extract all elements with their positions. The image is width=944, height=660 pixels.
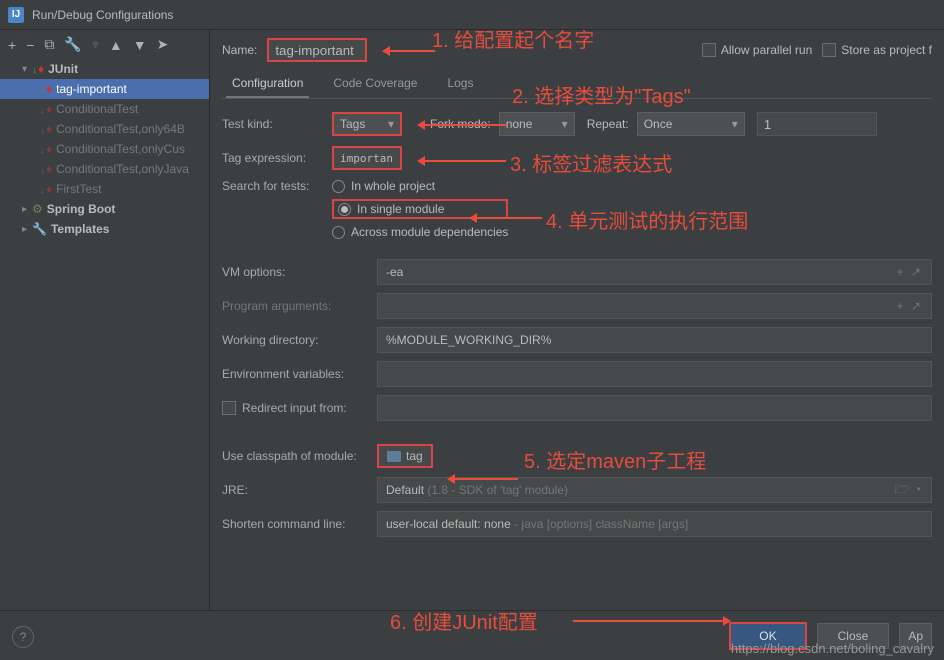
tree-item[interactable]: ♦ConditionalTest,onlyJava <box>0 159 209 179</box>
env-input[interactable] <box>377 361 932 387</box>
tree-templates[interactable]: ▸🔧Templates <box>0 219 209 239</box>
workdir-input[interactable]: %MODULE_WORKING_DIR% <box>377 327 932 353</box>
shorten-label: Shorten command line: <box>222 517 377 531</box>
env-label: Environment variables: <box>222 367 377 381</box>
prog-args-label: Program arguments: <box>222 299 377 313</box>
app-icon: IJ <box>8 7 24 23</box>
fork-mode-label: Fork mode: <box>430 117 491 131</box>
tab-coverage[interactable]: Code Coverage <box>327 70 423 98</box>
store-project-checkbox[interactable]: Store as project f <box>822 43 932 57</box>
help-button[interactable]: ? <box>12 626 34 648</box>
config-tree: ▾♦JUnit ♦tag-important ♦ConditionalTest … <box>0 59 209 610</box>
prog-args-input[interactable]: + ↗ <box>377 293 932 319</box>
workdir-label: Working directory: <box>222 333 377 347</box>
sidebar-toolbar: + − ⧉ 🔧 ▾ ▲ ▼ ➤ <box>0 30 209 59</box>
tree-junit[interactable]: ▾♦JUnit <box>0 59 209 79</box>
tree-item[interactable]: ♦FirstTest <box>0 179 209 199</box>
tree-item-selected[interactable]: ♦tag-important <box>0 79 209 99</box>
remove-icon[interactable]: − <box>26 37 34 53</box>
tree-springboot[interactable]: ▸⚙Spring Boot <box>0 199 209 219</box>
content: Name: Allow parallel run Store as projec… <box>210 30 944 610</box>
down-icon[interactable]: ▼ <box>133 37 147 53</box>
tab-logs[interactable]: Logs <box>441 70 479 98</box>
shorten-select[interactable]: user-local default: none - java [options… <box>377 511 932 537</box>
tree-item[interactable]: ♦ConditionalTest <box>0 99 209 119</box>
vm-options-input[interactable]: -ea+ ↗ <box>377 259 932 285</box>
jre-label: JRE: <box>222 483 377 497</box>
tag-expr-input[interactable] <box>332 146 402 170</box>
radio-single-module[interactable]: In single module <box>332 199 508 219</box>
up-icon[interactable]: ▲ <box>109 37 123 53</box>
add-icon[interactable]: + <box>8 37 16 53</box>
folder-icon[interactable]: ➤ <box>157 36 169 53</box>
fork-mode-select[interactable]: none <box>499 112 575 136</box>
search-label: Search for tests: <box>222 177 332 193</box>
tab-configuration[interactable]: Configuration <box>226 70 309 98</box>
name-input[interactable] <box>267 38 367 62</box>
test-kind-select[interactable]: Tags <box>332 112 402 136</box>
tabs: Configuration Code Coverage Logs <box>222 70 932 99</box>
wrench-icon[interactable]: 🔧 <box>64 36 81 53</box>
test-kind-label: Test kind: <box>222 117 332 131</box>
vm-options-label: VM options: <box>222 265 377 279</box>
tag-expr-label: Tag expression: <box>222 151 332 165</box>
repeat-label: Repeat: <box>587 117 629 131</box>
classpath-module-select[interactable]: tag <box>377 444 433 468</box>
titlebar: IJ Run/Debug Configurations <box>0 0 944 30</box>
watermark: https://blog.csdn.net/boling_cavalry <box>731 641 934 656</box>
window-title: Run/Debug Configurations <box>32 8 173 22</box>
radio-whole-project[interactable]: In whole project <box>332 179 508 193</box>
radio-across-modules[interactable]: Across module dependencies <box>332 225 508 239</box>
tree-item[interactable]: ♦ConditionalTest,onlyCus <box>0 139 209 159</box>
copy-icon[interactable]: ⧉ <box>44 36 54 53</box>
tree-item[interactable]: ♦ConditionalTest,only64B <box>0 119 209 139</box>
jre-select[interactable]: Default (1.8 - SDK of 'tag' module)🗁 ▾ <box>377 477 932 503</box>
redirect-input[interactable] <box>377 395 932 421</box>
sidebar: + − ⧉ 🔧 ▾ ▲ ▼ ➤ ▾♦JUnit ♦tag-important ♦… <box>0 30 210 610</box>
classpath-label: Use classpath of module: <box>222 449 377 463</box>
folder-icon <box>387 451 401 462</box>
repeat-count-input[interactable] <box>757 112 877 136</box>
name-label: Name: <box>222 43 257 57</box>
repeat-select[interactable]: Once <box>637 112 745 136</box>
redirect-label: Redirect input from: <box>222 401 377 416</box>
allow-parallel-checkbox[interactable]: Allow parallel run <box>702 43 812 57</box>
